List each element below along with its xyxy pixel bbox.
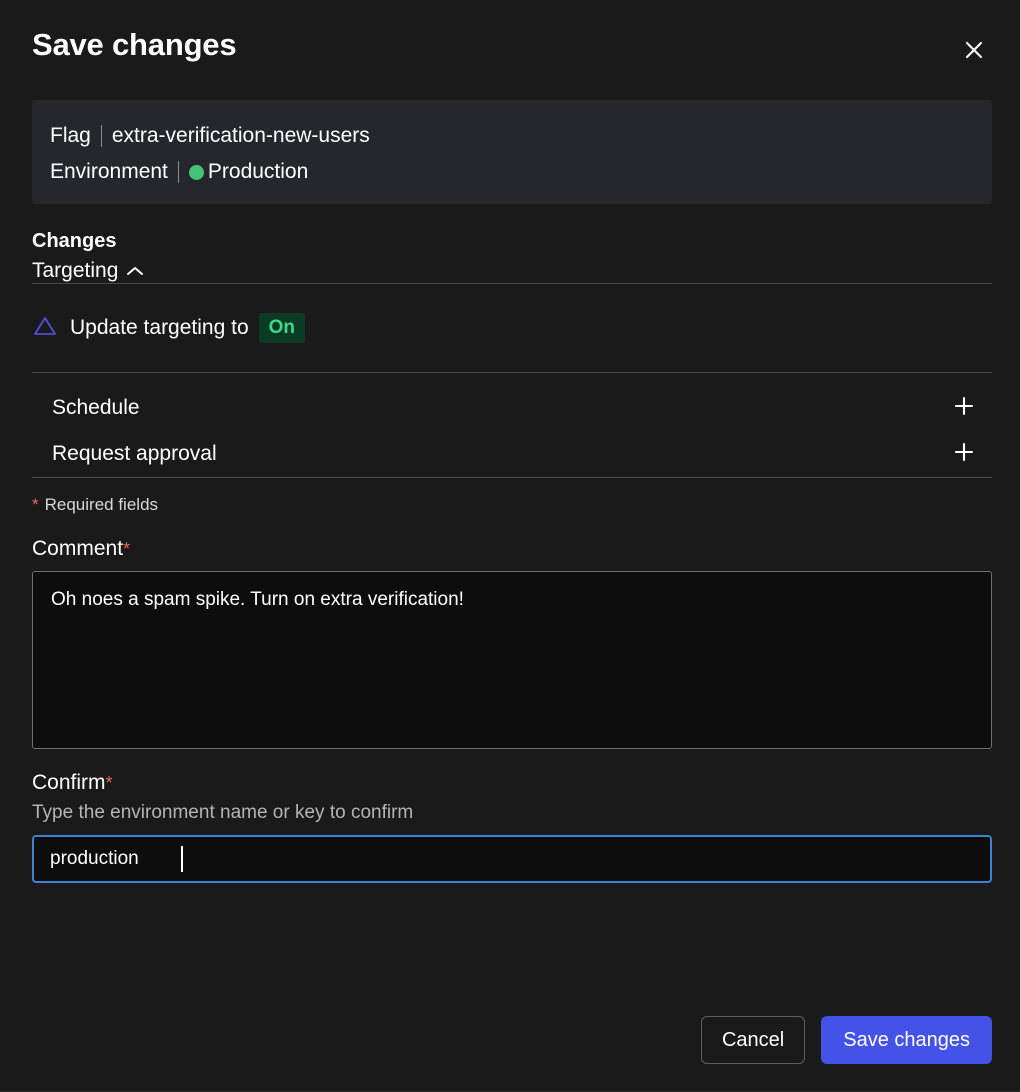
targeting-value-badge: On [258,313,306,343]
targeting-section-label: Targeting [32,259,119,282]
options-list: Schedule Request approval [32,385,988,477]
environment-name: Production [207,160,309,183]
confirm-hint-text: Type the environment name or key to conf… [32,802,414,823]
environment-label: Environment [50,160,168,183]
comment-label-text: Comment [32,537,124,560]
confirm-label-text: Confirm [32,771,106,794]
close-button[interactable] [960,36,988,64]
option-row-request-approval[interactable]: Request approval [32,431,992,477]
chevron-up-icon [126,259,144,283]
dialog-body: Flag extra-verification-new-users Enviro… [0,100,1020,988]
divider [100,125,102,147]
environment-row: Environment Production [50,154,974,190]
text-caret [181,846,183,872]
dialog-header: Save changes [0,0,1020,100]
required-asterisk: * [123,539,131,559]
required-asterisk: * [32,495,39,514]
dialog-footer: Cancel Save changes [0,988,1020,1092]
divider [32,372,992,373]
option-label: Schedule [52,396,140,419]
flag-environment-banner: Flag extra-verification-new-users Enviro… [32,100,992,204]
confirm-input[interactable] [32,835,992,883]
environment-status-dot [188,164,204,180]
comment-field-label: Comment* [32,537,988,561]
flag-label: Flag [50,124,91,147]
close-icon [963,39,985,61]
change-description: Update targeting to [70,316,249,339]
plus-icon[interactable] [952,440,976,469]
required-fields-label: Required fields [44,495,159,514]
save-changes-button[interactable]: Save changes [821,1015,992,1064]
divider [32,477,992,478]
confirm-input-wrapper [32,835,992,883]
option-label: Request approval [52,442,217,465]
divider [177,161,179,183]
page-title: Save changes [32,27,237,62]
plus-icon[interactable] [952,394,976,423]
confirm-field-label: Confirm* [32,771,988,795]
comment-input[interactable] [32,571,992,749]
cancel-button[interactable]: Cancel [700,1015,806,1064]
changes-heading: Changes [32,230,117,252]
triangle-outline-icon [32,314,58,343]
flag-name: extra-verification-new-users [111,124,370,147]
flag-row: Flag extra-verification-new-users [50,118,974,154]
required-asterisk: * [105,773,113,793]
targeting-section-toggle[interactable]: Targeting [32,259,144,283]
save-changes-dialog: Save changes Flag extra-verification-new… [0,0,1020,1092]
option-row-schedule[interactable]: Schedule [32,385,992,431]
targeting-change-row: Update targeting to On [32,284,988,372]
required-fields-note: * Required fields [32,495,988,515]
